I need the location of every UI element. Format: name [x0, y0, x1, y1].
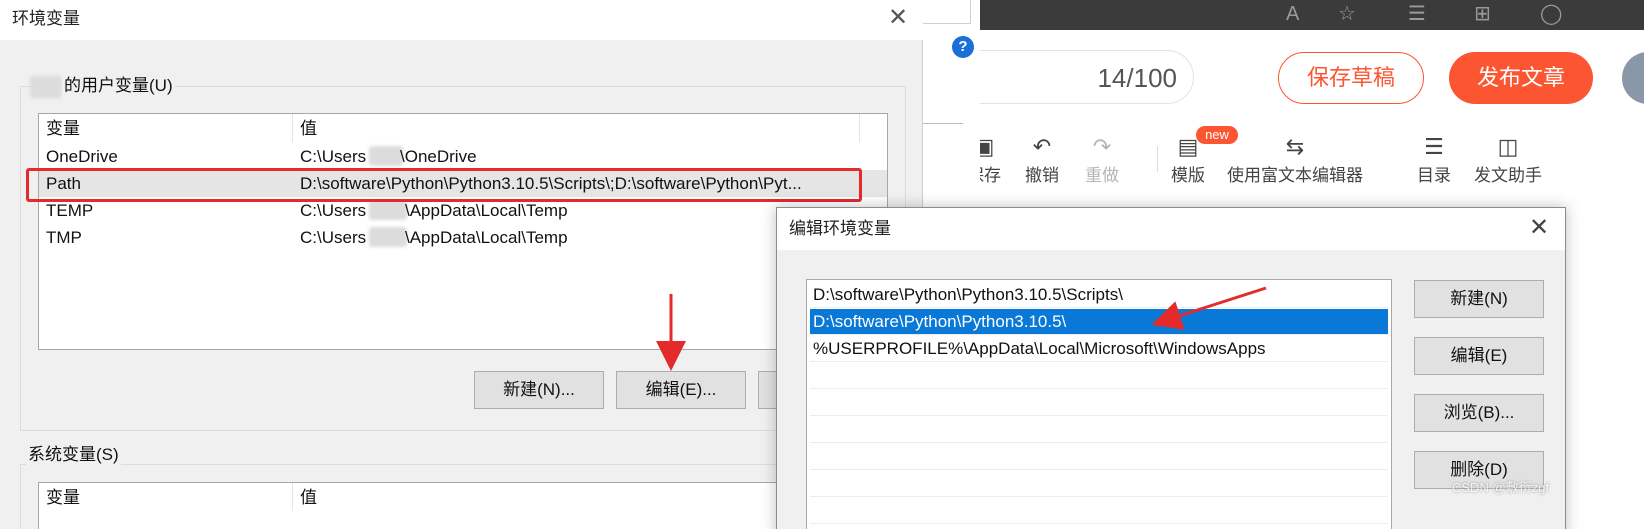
profile-icon[interactable]: ◯ [1540, 2, 1562, 26]
toolbar-toc-label: 目录 [1417, 166, 1451, 185]
list-item-selected[interactable]: D:\software\Python\Python3.10.5\ [810, 309, 1388, 335]
column-header-value[interactable]: 值 [300, 118, 317, 140]
toolbar-redo[interactable]: ↷ 重做 [1080, 130, 1124, 188]
toolbar-divider [1157, 146, 1158, 172]
toolbar-undo-label: 撤销 [1025, 166, 1059, 185]
path-entry: %USERPROFILE%\AppData\Local\Microsoft\Wi… [813, 339, 1266, 358]
variable-value-prefix: C:\Users [300, 147, 367, 166]
watermark: CSDN @敷衍zgf [1452, 480, 1549, 495]
toolbar-redo-label: 重做 [1085, 166, 1119, 185]
toolbar-toc[interactable]: ☰ 目录 [1412, 130, 1456, 188]
toolbar-template-label: 模版 [1171, 166, 1205, 185]
divider [923, 123, 963, 124]
redacted-username [369, 227, 407, 247]
title-bar: 编辑环境变量 ✕ [777, 208, 1565, 250]
help-icon[interactable]: ? [952, 36, 974, 58]
variable-value-suffix: \OneDrive [400, 147, 477, 166]
edit-entry-button[interactable]: 编辑(E) [1414, 337, 1544, 375]
edit-environment-variable-dialog: 编辑环境变量 ✕ D:\software\Python\Python3.10.5… [776, 207, 1566, 529]
list-item[interactable] [810, 498, 1388, 524]
title-char-counter: 14/100 [1097, 63, 1177, 93]
browser-toolbar: A ☆ ☰ ⊞ ◯ [962, 0, 1644, 30]
toc-icon: ☰ [1424, 134, 1444, 159]
user-variables-list[interactable]: 变量 值 OneDrive C:\Users \OneDrive Path D:… [38, 113, 888, 350]
list-header: 变量 值 [39, 483, 887, 511]
close-icon[interactable]: ✕ [1529, 215, 1549, 241]
edit-variable-button[interactable]: 编辑(E)... [616, 371, 746, 409]
collections-icon[interactable]: ⊞ [1474, 2, 1491, 26]
column-header-variable[interactable]: 变量 [46, 487, 80, 509]
system-variables-list[interactable]: 变量 值 [38, 482, 888, 529]
favorite-add-icon[interactable]: ☆ [1338, 2, 1356, 26]
column-header-variable[interactable]: 变量 [46, 118, 80, 140]
dialog-title: 环境变量 [12, 9, 80, 28]
switch-icon: ⇆ [1285, 134, 1305, 159]
list-item[interactable] [810, 390, 1388, 416]
toolbar-undo[interactable]: ↶ 撤销 [1020, 130, 1064, 188]
list-item[interactable]: D:\software\Python\Python3.10.5\Scripts\ [810, 282, 1388, 308]
variable-value-suffix: \AppData\Local\Temp [405, 228, 568, 247]
close-icon[interactable]: ✕ [888, 5, 908, 31]
toolbar-assistant[interactable]: ◫ 发文助手 [1470, 130, 1546, 188]
browse-button[interactable]: 浏览(B)... [1414, 394, 1544, 432]
user-variables-label: 的用户变量(U) [62, 75, 175, 97]
variable-name: TMP [46, 228, 82, 247]
undo-icon: ↶ [1032, 134, 1052, 159]
variable-value-prefix: C:\Users [300, 201, 367, 220]
table-row[interactable]: TMP C:\Users \AppData\Local\Temp [39, 224, 887, 251]
list-header: 变量 值 [39, 114, 887, 142]
redacted-username [369, 200, 407, 220]
variable-value-suffix: \AppData\Local\Temp [405, 201, 568, 220]
list-item[interactable]: %USERPROFILE%\AppData\Local\Microsoft\Wi… [810, 336, 1388, 362]
title-bar: 环境变量 ✕ [0, 0, 923, 40]
variable-name: TEMP [46, 201, 94, 220]
table-row[interactable]: OneDrive C:\Users \OneDrive [39, 143, 887, 170]
redo-icon: ↷ [1092, 134, 1112, 159]
column-divider[interactable] [292, 114, 293, 142]
list-item[interactable] [810, 444, 1388, 470]
toolbar-assistant-label: 发文助手 [1474, 166, 1542, 185]
path-entries-list[interactable]: D:\software\Python\Python3.10.5\Scripts\… [806, 279, 1392, 529]
column-divider[interactable] [859, 114, 860, 142]
favorites-icon[interactable]: ☰ [1408, 2, 1426, 26]
redacted-username [30, 76, 62, 98]
highlight-box [26, 168, 862, 202]
variable-name: OneDrive [46, 147, 118, 166]
title-input[interactable]: 14/100 [962, 50, 1194, 104]
list-item[interactable] [810, 471, 1388, 497]
publish-button[interactable]: 发布文章 [1449, 52, 1593, 104]
list-item[interactable] [810, 363, 1388, 389]
variable-value-prefix: C:\Users [300, 228, 367, 247]
system-variables-label: 系统变量(S) [26, 444, 121, 466]
column-divider[interactable] [292, 483, 293, 511]
list-item[interactable] [810, 417, 1388, 443]
new-variable-button[interactable]: 新建(N)... [474, 371, 604, 409]
save-draft-button[interactable]: 保存草稿 [1278, 52, 1424, 104]
avatar[interactable] [1622, 52, 1644, 104]
toolbar-rich-text-label: 使用富文本编辑器 [1227, 166, 1363, 185]
toolbar-rich-text[interactable]: ⇆ 使用富文本编辑器 [1224, 130, 1366, 188]
path-entry: D:\software\Python\Python3.10.5\ [813, 312, 1067, 331]
assistant-icon: ◫ [1497, 134, 1519, 159]
redacted-username [369, 146, 403, 166]
new-entry-button[interactable]: 新建(N) [1414, 280, 1544, 318]
column-header-value[interactable]: 值 [300, 487, 317, 509]
read-aloud-icon[interactable]: A [1286, 2, 1299, 26]
path-entry: D:\software\Python\Python3.10.5\Scripts\ [813, 285, 1123, 304]
dialog-title: 编辑环境变量 [789, 219, 891, 238]
search-box-edge [923, 0, 971, 24]
